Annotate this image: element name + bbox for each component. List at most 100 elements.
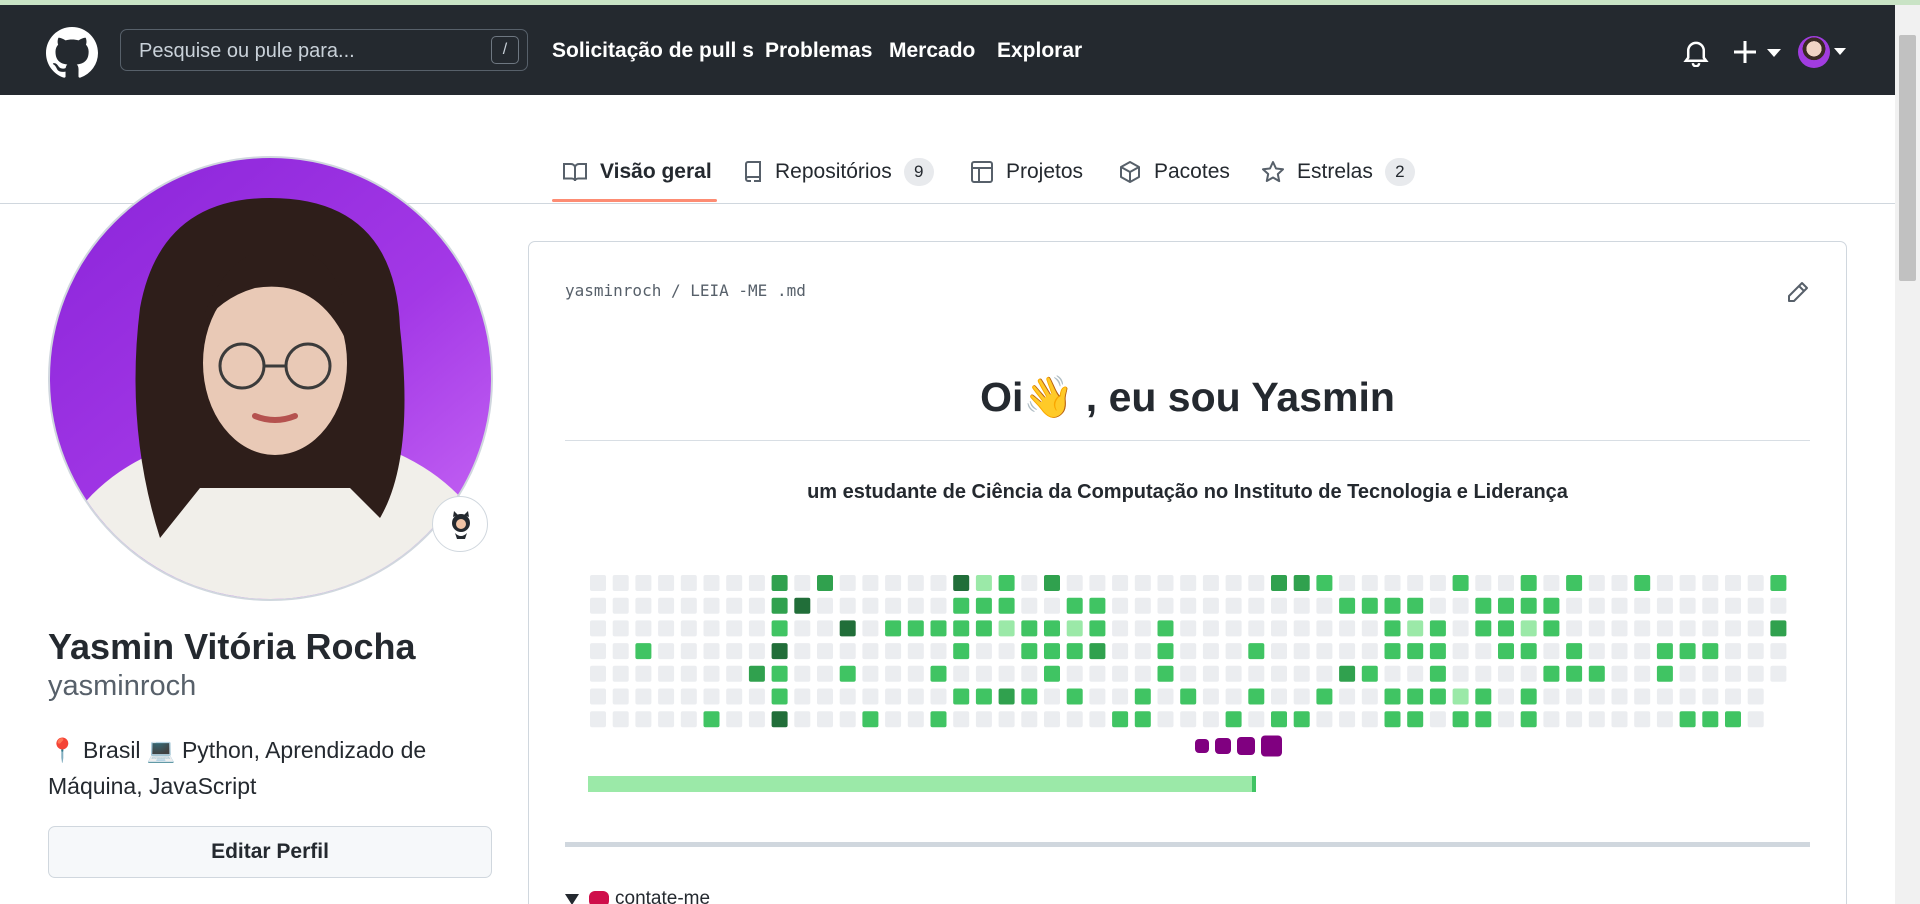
contribution-cell — [1339, 665, 1356, 682]
contribution-cell — [1384, 711, 1401, 728]
contribution-cell — [1588, 688, 1605, 705]
contribution-cell — [1429, 711, 1446, 728]
contribution-cell — [975, 575, 992, 591]
contribution-cell — [635, 597, 652, 614]
contribution-cell — [635, 665, 652, 682]
contribution-cell — [975, 643, 992, 660]
nav-marketplace[interactable]: Mercado — [889, 39, 975, 63]
contribution-cell — [1293, 597, 1310, 614]
contribution-cell — [771, 688, 788, 705]
contribution-cell — [885, 643, 902, 660]
contribution-cell — [1498, 575, 1514, 591]
contribution-cell — [1679, 711, 1696, 728]
progress-bar-fill — [588, 776, 1257, 792]
contribution-cell — [635, 643, 652, 660]
readme-subtitle: um estudante de Ciência da Computação no… — [807, 481, 1568, 503]
chevron-down-icon[interactable] — [1834, 48, 1846, 55]
contribution-cell — [794, 665, 811, 682]
contribution-cell — [1339, 620, 1356, 637]
snake-segment — [1261, 735, 1282, 757]
contribution-cell — [907, 688, 924, 705]
nav-issues[interactable]: Problemas — [765, 39, 872, 63]
contribution-cell — [907, 597, 924, 614]
contribution-cell — [1271, 643, 1287, 660]
tab-label: Estrelas — [1297, 160, 1373, 183]
contribution-cell — [839, 575, 856, 591]
contribution-cell — [1021, 575, 1038, 591]
tab-projects[interactable]: Projetos — [970, 152, 1083, 192]
contribution-cell — [726, 643, 743, 660]
contribution-cell — [1089, 665, 1106, 682]
contribution-cell — [1679, 643, 1696, 660]
contribution-cell — [1248, 711, 1265, 728]
page-scrollbar[interactable] — [1895, 5, 1920, 904]
contribution-cell — [794, 711, 811, 728]
contribution-cell — [998, 688, 1015, 705]
contribution-cell — [612, 597, 629, 614]
search-input[interactable]: Pesquise ou pule para... / — [120, 29, 528, 71]
contribution-cell — [1316, 688, 1333, 705]
contribution-snake-graph — [590, 575, 1787, 728]
bell-icon[interactable] — [1683, 39, 1709, 67]
contribution-cell — [1248, 597, 1265, 614]
profile-avatar[interactable] — [48, 156, 493, 601]
contribution-cell — [1429, 688, 1446, 705]
contribution-cell — [1384, 575, 1401, 591]
readme-path-user[interactable]: yasminroch — [565, 281, 661, 300]
tab-packages[interactable]: Pacotes — [1118, 152, 1230, 192]
contact-details-toggle[interactable]: contate-me — [565, 888, 710, 904]
contribution-cell — [590, 620, 606, 637]
contribution-cell — [885, 688, 902, 705]
contribution-cell — [998, 643, 1015, 660]
contribution-cell — [1770, 665, 1787, 682]
readme-path-file[interactable]: LEIA -ME .md — [690, 281, 806, 300]
scrollbar-thumb[interactable] — [1899, 35, 1916, 281]
contribution-cell — [1747, 688, 1764, 705]
contribution-cell — [1520, 665, 1537, 682]
contribution-cell — [1180, 688, 1197, 705]
search-shortcut-hint: / — [491, 36, 519, 64]
create-new-plus-icon[interactable] — [1733, 37, 1791, 67]
tab-stars[interactable]: Estrelas 2 — [1261, 152, 1415, 192]
contribution-cell — [771, 711, 788, 728]
contribution-cell — [1452, 575, 1469, 591]
user-avatar-menu[interactable] — [1798, 36, 1830, 68]
contribution-cell — [680, 688, 697, 705]
nav-pull-requests[interactable]: Solicitação de pull s — [552, 39, 754, 63]
contribution-cell — [1157, 643, 1174, 660]
contribution-cell — [1725, 643, 1741, 660]
contribution-cell — [1452, 665, 1469, 682]
contribution-cell — [1725, 665, 1741, 682]
tab-repositories[interactable]: Repositórios 9 — [743, 152, 934, 192]
github-logo-icon[interactable] — [46, 27, 98, 79]
contribution-cell — [1656, 643, 1673, 660]
contribution-cell — [1089, 711, 1106, 728]
contribution-cell — [1180, 665, 1197, 682]
contribution-cell — [1157, 711, 1174, 728]
repositories-count-badge: 9 — [903, 158, 934, 186]
contribution-cell — [1339, 597, 1356, 614]
contribution-cell — [1361, 597, 1378, 614]
contribution-cell — [635, 711, 652, 728]
contribution-cell — [1702, 620, 1719, 637]
contribution-cell — [748, 620, 765, 637]
contribution-cell — [862, 597, 879, 614]
edit-profile-button[interactable]: Editar Perfil — [48, 826, 492, 878]
contribution-cell — [1021, 597, 1038, 614]
contribution-cell — [1202, 575, 1219, 591]
contribution-cell — [862, 665, 879, 682]
pencil-icon[interactable] — [1786, 280, 1810, 304]
contribution-cell — [907, 643, 924, 660]
tab-label: Repositórios — [775, 160, 892, 183]
contribution-cell — [1588, 620, 1605, 637]
contribution-cell — [1588, 665, 1605, 682]
contribution-cell — [1634, 643, 1651, 660]
snake-animation — [1195, 735, 1282, 757]
tab-overview[interactable]: Visão geral — [562, 152, 712, 192]
status-emoji-button[interactable] — [432, 496, 488, 552]
site-header: Pesquise ou pule para... / Solicitação d… — [0, 5, 1895, 95]
nav-explore[interactable]: Explorar — [997, 39, 1082, 63]
contribution-cell — [1361, 643, 1378, 660]
contribution-cell — [1725, 620, 1741, 637]
contribution-cell — [1021, 643, 1038, 660]
